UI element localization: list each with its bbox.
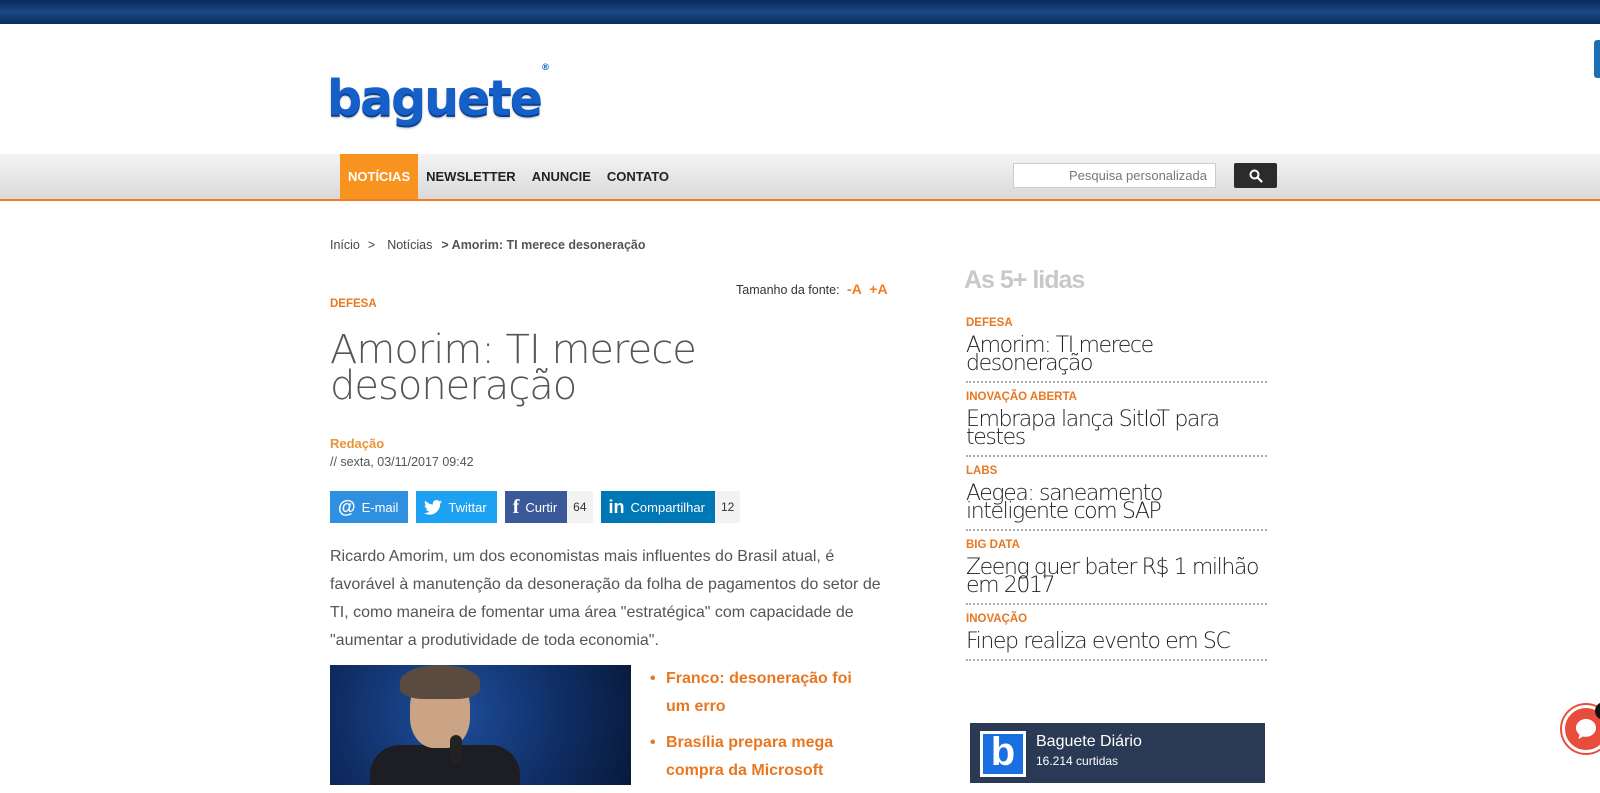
facebook-share-count: 64 <box>567 491 593 523</box>
most-read-category: BIG DATA <box>966 539 1020 551</box>
font-decrease-button[interactable]: -A <box>847 281 862 297</box>
nav-item-newsletter[interactable]: NEWSLETTER <box>418 154 524 199</box>
side-feedback-tab[interactable] <box>1594 40 1600 78</box>
share-linkedin-label: Compartilhar <box>630 499 705 515</box>
facebook-page-logo: b <box>980 731 1026 777</box>
share-facebook-button[interactable]: f Curtir <box>504 491 568 523</box>
chat-button[interactable]: 1 <box>1562 702 1600 753</box>
share-twitter-button[interactable]: Twittar <box>416 491 497 523</box>
article-lead-paragraph: Ricardo Amorim, um dos economistas mais … <box>330 548 881 649</box>
photo-hair <box>400 665 480 699</box>
most-read-item[interactable]: LABS Aegea: saneamento inteligente com S… <box>966 465 1267 531</box>
most-read-title: As 5+ lidas <box>964 266 1085 294</box>
most-read-item[interactable]: BIG DATA Zeeng quer bater R$ 1 milhão em… <box>966 539 1267 605</box>
most-read-headline[interactable]: Amorim: TI merece desoneração <box>966 335 1267 375</box>
search-button[interactable] <box>1234 163 1277 188</box>
linkedin-share-count: 12 <box>714 491 741 523</box>
search-icon <box>1249 169 1263 183</box>
article-author[interactable]: Redação <box>330 436 890 451</box>
logo-registered-mark: ® <box>541 62 550 73</box>
font-increase-button[interactable]: +A <box>869 281 887 297</box>
most-read-category: LABS <box>966 465 998 477</box>
share-facebook-label: Curtir <box>525 499 558 515</box>
baguete-logo[interactable]: baguete® <box>327 63 550 127</box>
article-title: Amorim: TI merece desoneração <box>330 327 697 409</box>
most-read-item[interactable]: INOVAÇÃO Finep realiza evento em SC <box>966 613 1267 661</box>
site-header: baguete® <box>0 24 1600 154</box>
most-read-category: INOVAÇÃO <box>966 613 1028 625</box>
facebook-page-likes: 16.214 curtidas <box>1036 754 1119 768</box>
search-input[interactable] <box>1013 163 1216 188</box>
share-twitter-label: Twittar <box>448 499 487 515</box>
most-read-item[interactable]: INOVAÇÃO ABERTA Embrapa lança SitIoT par… <box>966 391 1267 457</box>
font-size-label: Tamanho da fonte: <box>736 283 840 297</box>
linkedin-in-icon: in <box>608 496 625 517</box>
main-nav: NOTÍCIAS NEWSLETTER ANUNCIE CONTATO <box>0 154 1600 201</box>
article-date: // sexta, 03/11/2017 09:42 <box>330 455 474 469</box>
top-bar <box>0 0 1600 24</box>
most-read-headline[interactable]: Zeeng quer bater R$ 1 milhão em 2017 <box>966 557 1267 597</box>
photo-microphone <box>450 735 462 763</box>
facebook-page-name[interactable]: Baguete Diário <box>1036 733 1142 751</box>
share-linkedin-button[interactable]: in Compartilhar <box>600 491 715 523</box>
at-icon: @ <box>338 496 356 517</box>
article: DEFESA Amorim: TI merece desoneração Red… <box>330 298 890 655</box>
most-read-headline[interactable]: Embrapa lança SitIoT para testes <box>966 409 1267 449</box>
article-photo[interactable] <box>330 665 631 785</box>
most-read-headline[interactable]: Finep realiza evento em SC <box>966 631 1267 653</box>
nav-item-noticias[interactable]: NOTÍCIAS <box>340 154 419 199</box>
article-category[interactable]: DEFESA <box>330 298 890 310</box>
photo-suit <box>370 745 520 785</box>
breadcrumb-section[interactable]: Notícias <box>387 238 432 252</box>
share-bar: @ E-mail Twittar f Curtir 64 in Compartilha… <box>330 491 890 523</box>
share-email-button[interactable]: @ E-mail <box>330 491 409 523</box>
nav-item-contato[interactable]: CONTATO <box>599 154 677 199</box>
breadcrumb: Início > Notícias > Amorim: TI merece de… <box>330 238 646 252</box>
logo-text: baguete <box>327 70 543 127</box>
twitter-bird-icon <box>424 499 443 515</box>
most-read-headline[interactable]: Aegea: saneamento inteligente com SAP <box>966 483 1267 523</box>
share-email-label: E-mail <box>361 499 399 515</box>
facebook-f-icon: f <box>512 495 520 518</box>
related-link[interactable]: Brasília prepara mega compra da Microsof… <box>650 729 880 785</box>
facebook-page-widget[interactable]: b Baguete Diário 16.214 curtidas <box>970 723 1265 783</box>
related-links: Franco: desoneração foi um erro Brasília… <box>650 665 880 793</box>
chat-bubble-icon <box>1576 719 1596 739</box>
most-read-item[interactable]: DEFESA Amorim: TI merece desoneração <box>966 317 1267 383</box>
most-read-category: INOVAÇÃO ABERTA <box>966 391 1077 403</box>
breadcrumb-separator: > <box>367 238 376 252</box>
font-size-control: Tamanho da fonte: -A +A <box>736 281 888 297</box>
breadcrumb-home[interactable]: Início <box>330 238 360 252</box>
breadcrumb-current: > Amorim: TI merece desoneração <box>441 238 646 252</box>
related-link[interactable]: Franco: desoneração foi um erro <box>650 665 880 721</box>
most-read-sidebar: As 5+ lidas DEFESA Amorim: TI merece des… <box>964 266 1269 669</box>
most-read-category: DEFESA <box>966 317 1013 329</box>
nav-item-anuncie[interactable]: ANUNCIE <box>524 154 599 199</box>
